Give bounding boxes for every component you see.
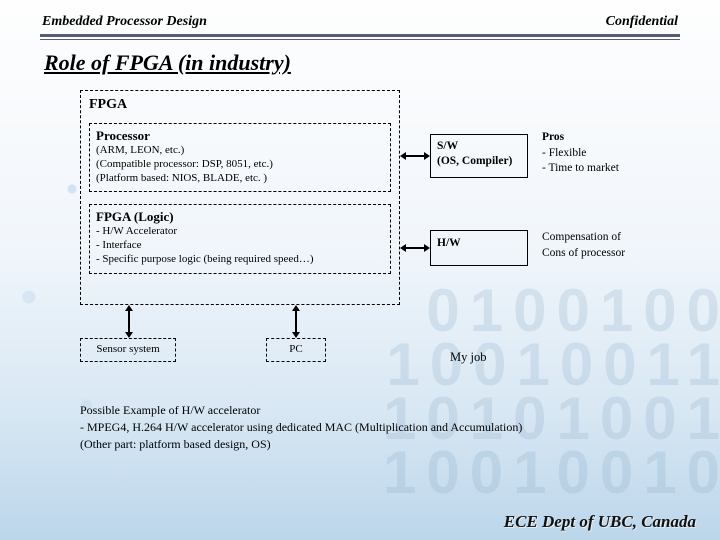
processor-line: (ARM, LEON, etc.) [96, 144, 384, 158]
fpga-label: FPGA [89, 97, 391, 113]
header: Embedded Processor Design Confidential [40, 14, 680, 32]
sensor-box: Sensor system [80, 338, 176, 362]
sw-line: S/W [437, 139, 521, 154]
header-right: Confidential [606, 14, 678, 30]
processor-line: (Platform based: NIOS, BLADE, etc. ) [96, 172, 384, 186]
processor-line: (Compatible processor: DSP, 8051, etc.) [96, 158, 384, 172]
arrow-logic-hw [400, 247, 430, 249]
example-line: Possible Example of H/W accelerator [80, 402, 522, 419]
content-area: FPGA Processor (ARM, LEON, etc.) (Compat… [80, 90, 680, 450]
fpga-logic-line: - H/W Accelerator [96, 225, 384, 239]
hw-pros-line: Compensation of [542, 230, 625, 246]
sw-pros-line: - Flexible [542, 146, 619, 162]
fpga-container: FPGA Processor (ARM, LEON, etc.) (Compat… [80, 90, 400, 305]
arrow-processor-sw [400, 155, 430, 157]
example-block: Possible Example of H/W accelerator - MP… [80, 402, 522, 452]
arrow-fpga-pc [295, 305, 297, 338]
pc-box: PC [266, 338, 326, 362]
sw-box: S/W (OS, Compiler) [430, 134, 528, 178]
sw-line: (OS, Compiler) [437, 154, 521, 169]
fpga-logic-box: FPGA (Logic) - H/W Accelerator - Interfa… [89, 204, 391, 273]
hw-box: H/W [430, 230, 528, 266]
fpga-logic-line: - Specific purpose logic (being required… [96, 253, 384, 267]
hw-pros: Compensation of Cons of processor [542, 230, 625, 261]
hw-pros-line: Cons of processor [542, 246, 625, 262]
sw-pros-line: - Time to market [542, 161, 619, 177]
my-job-label: My job [450, 350, 486, 365]
fpga-logic-title: FPGA (Logic) [96, 209, 384, 225]
sw-pros: Pros - Flexible - Time to market [542, 130, 619, 177]
fpga-logic-line: - Interface [96, 239, 384, 253]
slide: Embedded Processor Design Confidential R… [0, 0, 720, 540]
footer: ECE Dept of UBC, Canada [504, 512, 696, 532]
hw-label: H/W [437, 237, 521, 249]
header-left: Embedded Processor Design [42, 14, 207, 30]
divider-thin [40, 39, 680, 40]
arrow-fpga-sensor [128, 305, 130, 338]
sw-pros-title: Pros [542, 130, 619, 146]
divider-thick [40, 34, 680, 37]
example-line: (Other part: platform based design, OS) [80, 436, 522, 453]
processor-box: Processor (ARM, LEON, etc.) (Compatible … [89, 123, 391, 192]
example-line: - MPEG4, H.264 H/W accelerator using ded… [80, 419, 522, 436]
processor-title: Processor [96, 128, 384, 144]
slide-title: Role of FPGA (in industry) [44, 50, 680, 76]
